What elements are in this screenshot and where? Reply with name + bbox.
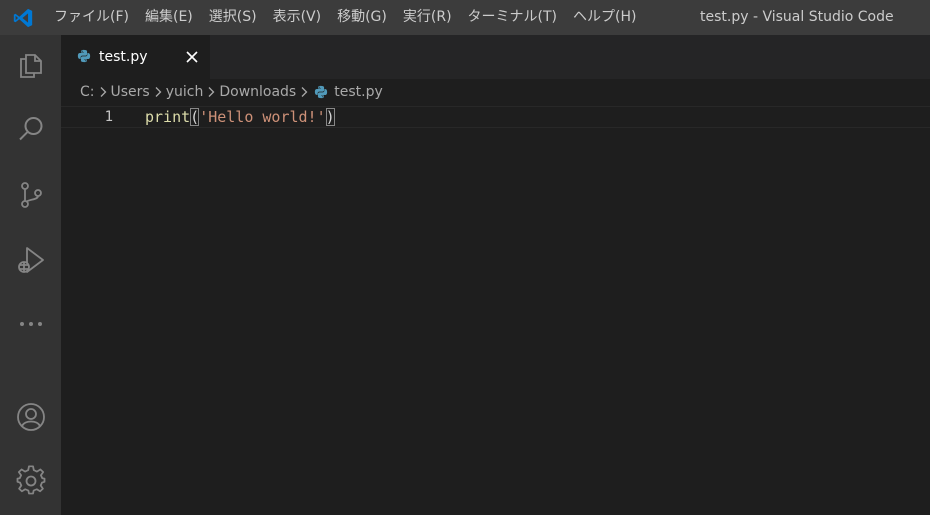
- breadcrumb-drive[interactable]: C:: [80, 84, 95, 100]
- tab-test-py[interactable]: test.py: [61, 35, 210, 79]
- tab-bar: test.py: [61, 35, 930, 79]
- menu-go[interactable]: 移動(G): [329, 0, 395, 35]
- account-icon[interactable]: [0, 393, 61, 441]
- editor-area: test.py C: Users yuich Downloads test.py…: [61, 35, 930, 515]
- code-function: print: [145, 108, 191, 126]
- vscode-logo-icon[interactable]: [0, 0, 46, 35]
- menu-view[interactable]: 表示(V): [265, 0, 330, 35]
- breadcrumb-downloads[interactable]: Downloads: [219, 84, 296, 100]
- breadcrumb: C: Users yuich Downloads test.py: [80, 79, 383, 105]
- menu-selection[interactable]: 選択(S): [201, 0, 265, 35]
- menu-edit[interactable]: 編集(E): [137, 0, 201, 35]
- explorer-icon[interactable]: [0, 41, 61, 89]
- menu-bar: ファイル(F) 編集(E) 選択(S) 表示(V) 移動(G) 実行(R) ター…: [46, 0, 644, 35]
- python-file-icon: [77, 48, 91, 67]
- menu-file[interactable]: ファイル(F): [46, 0, 137, 35]
- menu-run[interactable]: 実行(R): [395, 0, 460, 35]
- code-close-paren: ): [325, 108, 335, 126]
- code-string: 'Hello world!': [199, 108, 326, 126]
- window-title: test.py - Visual Studio Code: [700, 9, 894, 25]
- search-icon[interactable]: [0, 105, 61, 153]
- breadcrumb-users[interactable]: Users: [111, 84, 150, 100]
- close-icon[interactable]: [183, 48, 201, 66]
- line-number: 1: [104, 109, 113, 125]
- activity-bar: [0, 35, 61, 515]
- source-control-icon[interactable]: [0, 171, 61, 219]
- run-debug-icon[interactable]: [0, 236, 61, 284]
- more-icon[interactable]: [0, 300, 61, 348]
- title-bar: ファイル(F) 編集(E) 選択(S) 表示(V) 移動(G) 実行(R) ター…: [0, 0, 930, 35]
- tab-label: test.py: [99, 49, 148, 65]
- chevron-right-icon: [95, 86, 111, 98]
- vscode-window: ファイル(F) 編集(E) 選択(S) 表示(V) 移動(G) 実行(R) ター…: [0, 0, 930, 515]
- breadcrumb-user[interactable]: yuich: [166, 84, 204, 100]
- editor-line[interactable]: 1 print('Hello world!'): [61, 106, 930, 128]
- chevron-right-icon: [296, 86, 312, 98]
- menu-terminal[interactable]: ターミナル(T): [460, 0, 565, 35]
- breadcrumb-file[interactable]: test.py: [334, 84, 383, 100]
- chevron-right-icon: [150, 86, 166, 98]
- settings-gear-icon[interactable]: [0, 457, 61, 505]
- menu-help[interactable]: ヘルプ(H): [565, 0, 644, 35]
- code-text[interactable]: print('Hello world!'): [145, 107, 335, 127]
- chevron-right-icon: [203, 86, 219, 98]
- python-file-icon: [314, 85, 328, 99]
- code-open-paren: (: [190, 108, 200, 126]
